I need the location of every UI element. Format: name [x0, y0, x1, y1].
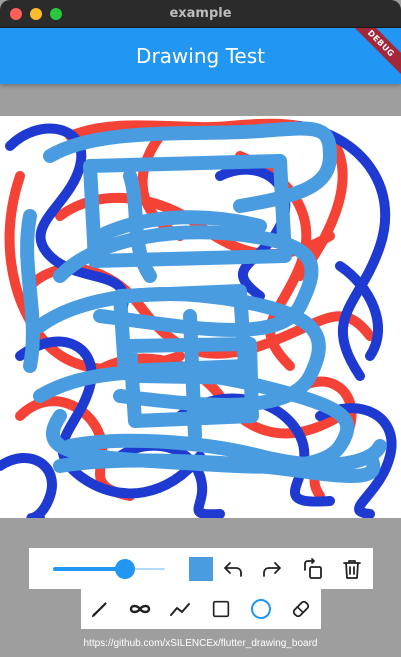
slider-thumb[interactable] — [115, 559, 135, 579]
trash-icon — [343, 560, 361, 579]
page-title: Drawing Test — [136, 44, 265, 68]
rectangle-tool-button[interactable] — [207, 595, 235, 623]
rotate-button[interactable] — [299, 555, 327, 583]
undo-button[interactable] — [219, 555, 247, 583]
app-window: example Drawing Test DEBUG https://githu… — [0, 0, 401, 657]
stroke-width-slider[interactable] — [53, 558, 165, 580]
rectangle-icon — [212, 600, 230, 618]
color-picker-swatch[interactable] — [189, 557, 213, 581]
rotate-icon — [304, 558, 322, 579]
polyline-tool-button[interactable] — [166, 595, 194, 623]
app-bar: Drawing Test DEBUG — [0, 28, 401, 84]
toolbar-tools — [81, 589, 321, 629]
circle-tool-button[interactable] — [247, 595, 275, 623]
pen-icon — [91, 602, 107, 618]
circle-icon — [251, 599, 271, 619]
eraser-icon — [292, 600, 310, 618]
github-link[interactable]: https://github.com/xSILENCEx/flutter_dra… — [0, 638, 401, 649]
redo-icon — [263, 562, 281, 577]
drawing-canvas[interactable] — [0, 116, 401, 518]
window-title: example — [169, 6, 232, 21]
redo-button[interactable] — [258, 555, 286, 583]
window-titlebar: example — [0, 0, 401, 28]
clear-button[interactable] — [338, 555, 366, 583]
smooth-line-tool-button[interactable] — [126, 595, 154, 623]
polyline-icon — [170, 603, 190, 616]
canvas-strokes — [0, 118, 397, 518]
undo-icon — [224, 562, 242, 577]
pen-tool-button[interactable] — [86, 595, 114, 623]
toolbar-settings — [29, 548, 373, 589]
eraser-tool-button[interactable] — [287, 595, 315, 623]
smooth-line-icon — [129, 604, 151, 614]
